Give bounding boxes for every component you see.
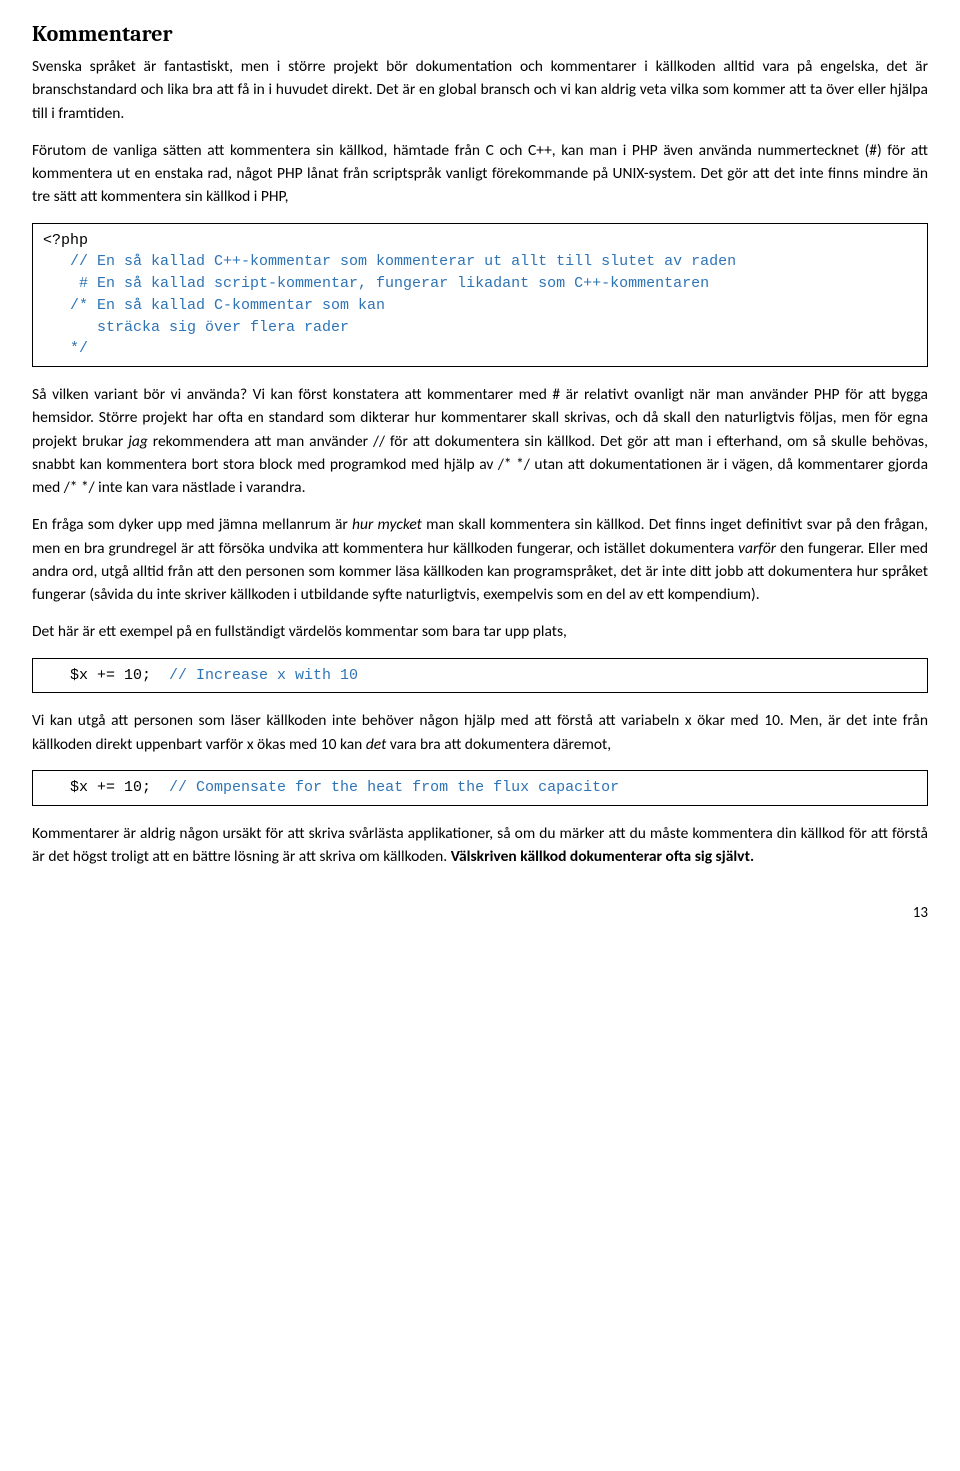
paragraph: Så vilken variant bör vi använda? Vi kan… [32,383,928,499]
paragraph: En fråga som dyker upp med jämna mellanr… [32,513,928,606]
code-line: <?php [43,232,88,249]
section-heading: Kommentarer [32,18,928,51]
code-comment: // Compensate for the heat from the flux… [169,779,619,796]
code-block-good-comment: $x += 10; // Compensate for the heat fro… [32,770,928,806]
emphasis: varför [738,539,776,558]
code-comment: // En så kallad C++-kommentar som kommen… [43,253,736,270]
text-run: vara bra att dokumentera däremot, [386,735,611,754]
paragraph: Förutom de vanliga sätten att kommentera… [32,139,928,209]
emphasis: det [366,735,386,754]
code-comment: sträcka sig över flera rader [43,319,349,336]
code-comment: // Increase x with 10 [169,667,358,684]
code-text: $x += 10; [43,667,169,684]
code-text: $x += 10; [43,779,169,796]
code-block-php-comments: <?php // En så kallad C++-kommentar som … [32,223,928,368]
text-run: rekommendera att man använder // för att… [32,432,928,498]
code-comment: # En så kallad script-kommentar, fungera… [43,275,709,292]
paragraph: Det här är ett exempel på en fullständig… [32,620,928,643]
emphasis: hur mycket [352,515,422,534]
paragraph: Svenska språket är fantastiskt, men i st… [32,55,928,125]
text-run: En fråga som dyker upp med jämna mellanr… [32,515,352,534]
strong-text: Välskriven källkod dokumenterar ofta sig… [451,847,754,866]
code-comment: /* En så kallad C-kommentar som kan [43,297,385,314]
code-comment: */ [43,340,88,357]
paragraph: Vi kan utgå att personen som läser källk… [32,709,928,756]
emphasis: jag [128,432,148,451]
paragraph: Kommentarer är aldrig någon ursäkt för a… [32,822,928,869]
code-block-bad-comment: $x += 10; // Increase x with 10 [32,658,928,694]
page-number: 13 [32,902,928,925]
